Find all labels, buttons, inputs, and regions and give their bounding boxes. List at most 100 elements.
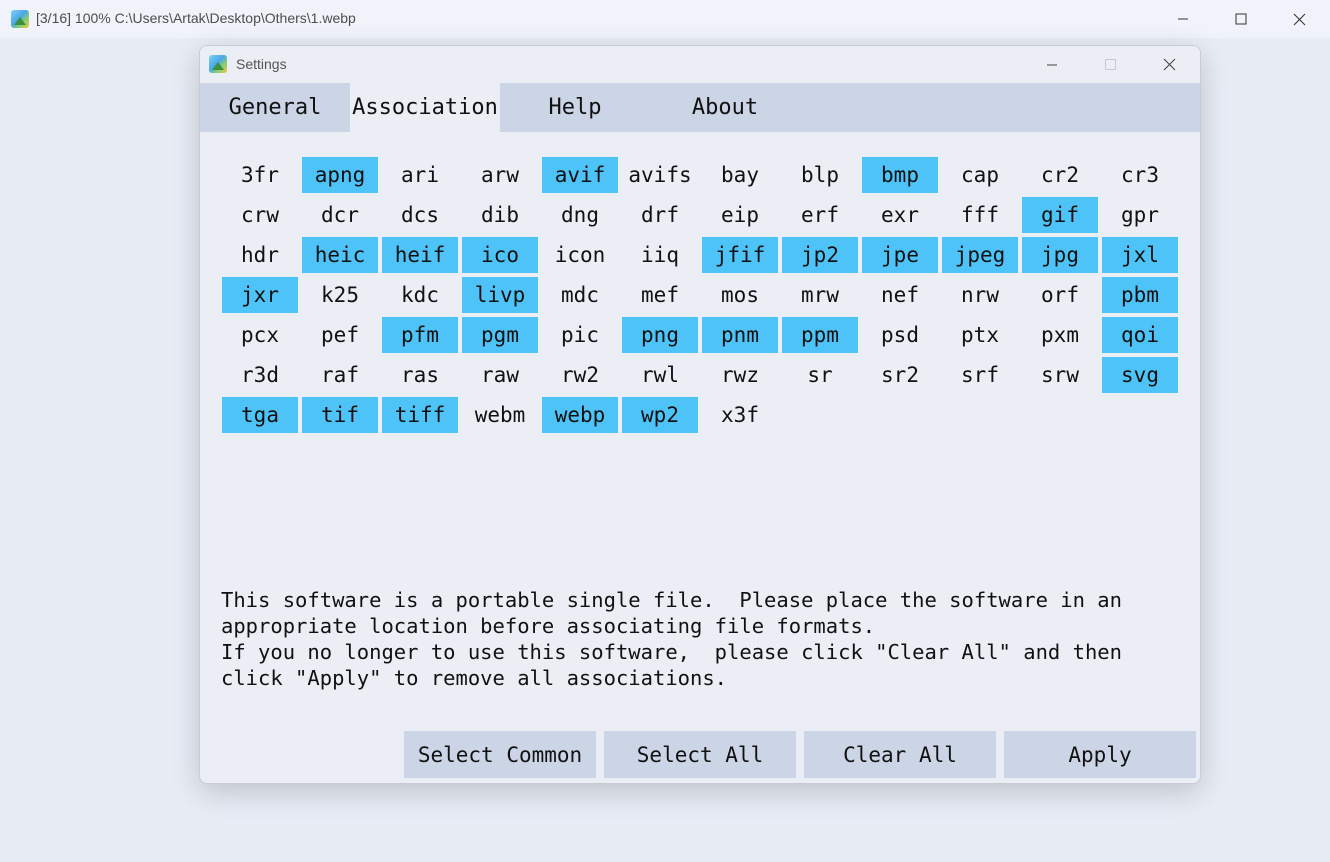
format-toggle-dcr[interactable]: dcr: [302, 197, 378, 233]
format-toggle-apng[interactable]: apng: [302, 157, 378, 193]
format-toggle-srf[interactable]: srf: [942, 357, 1018, 393]
format-toggle-ari[interactable]: ari: [382, 157, 458, 193]
format-toggle-avifs[interactable]: avifs: [622, 157, 698, 193]
format-toggle-png[interactable]: png: [622, 317, 698, 353]
format-toggle-heic[interactable]: heic: [302, 237, 378, 273]
dialog-app-icon: [209, 55, 227, 73]
format-toggle-gpr[interactable]: gpr: [1102, 197, 1178, 233]
format-toggle-cr3[interactable]: cr3: [1102, 157, 1178, 193]
format-toggle-fff[interactable]: fff: [942, 197, 1018, 233]
format-toggle-wp2[interactable]: wp2: [622, 397, 698, 433]
format-toggle-arw[interactable]: arw: [462, 157, 538, 193]
format-toggle-hdr[interactable]: hdr: [222, 237, 298, 273]
format-toggle-svg[interactable]: svg: [1102, 357, 1178, 393]
close-button[interactable]: [1270, 0, 1328, 38]
format-toggle-psd[interactable]: psd: [862, 317, 938, 353]
tab-label: Help: [548, 95, 602, 120]
clear-all-button[interactable]: Clear All: [804, 731, 996, 778]
dialog-minimize-button[interactable]: [1023, 46, 1081, 83]
format-toggle-jpeg[interactable]: jpeg: [942, 237, 1018, 273]
format-toggle-ico[interactable]: ico: [462, 237, 538, 273]
format-toggle-rwl[interactable]: rwl: [622, 357, 698, 393]
select-all-button[interactable]: Select All: [604, 731, 796, 778]
format-toggle-cr2[interactable]: cr2: [1022, 157, 1098, 193]
format-toggle-dng[interactable]: dng: [542, 197, 618, 233]
format-toggle-jpe[interactable]: jpe: [862, 237, 938, 273]
format-toggle-mos[interactable]: mos: [702, 277, 778, 313]
format-toggle-k25[interactable]: k25: [302, 277, 378, 313]
format-toggle-tga[interactable]: tga: [222, 397, 298, 433]
format-toggle-rw2[interactable]: rw2: [542, 357, 618, 393]
format-toggle-orf[interactable]: orf: [1022, 277, 1098, 313]
tab-help[interactable]: Help: [500, 83, 650, 132]
format-toggle-raf[interactable]: raf: [302, 357, 378, 393]
main-window-title: [3/16] 100% C:\Users\Artak\Desktop\Other…: [36, 10, 356, 26]
format-toggle-heif[interactable]: heif: [382, 237, 458, 273]
format-toggle-webp[interactable]: webp: [542, 397, 618, 433]
format-toggle-3fr[interactable]: 3fr: [222, 157, 298, 193]
close-icon: [1163, 58, 1175, 71]
format-toggle-exr[interactable]: exr: [862, 197, 938, 233]
format-toggle-pbm[interactable]: pbm: [1102, 277, 1178, 313]
format-toggle-srw[interactable]: srw: [1022, 357, 1098, 393]
format-toggle-pcx[interactable]: pcx: [222, 317, 298, 353]
format-toggle-drf[interactable]: drf: [622, 197, 698, 233]
tab-label: Association: [352, 95, 498, 120]
format-toggle-jp2[interactable]: jp2: [782, 237, 858, 273]
format-toggle-pnm[interactable]: pnm: [702, 317, 778, 353]
maximize-icon: [1104, 59, 1116, 70]
tab-about[interactable]: About: [650, 83, 800, 132]
select-common-button[interactable]: Select Common: [404, 731, 596, 778]
format-toggle-rwz[interactable]: rwz: [702, 357, 778, 393]
format-toggle-jfif[interactable]: jfif: [702, 237, 778, 273]
format-toggle-pef[interactable]: pef: [302, 317, 378, 353]
format-toggle-jpg[interactable]: jpg: [1022, 237, 1098, 273]
format-toggle-livp[interactable]: livp: [462, 277, 538, 313]
format-toggle-qoi[interactable]: qoi: [1102, 317, 1178, 353]
format-toggle-iiq[interactable]: iiq: [622, 237, 698, 273]
tab-label: About: [691, 95, 759, 120]
minimize-button[interactable]: [1154, 0, 1212, 38]
format-toggle-x3f[interactable]: x3f: [702, 397, 778, 433]
format-toggle-webm[interactable]: webm: [462, 397, 538, 433]
format-toggle-icon[interactable]: icon: [542, 237, 618, 273]
dialog-close-button[interactable]: [1140, 46, 1198, 83]
apply-button[interactable]: Apply: [1004, 731, 1196, 778]
format-toggle-blp[interactable]: blp: [782, 157, 858, 193]
format-toggle-kdc[interactable]: kdc: [382, 277, 458, 313]
format-toggle-mef[interactable]: mef: [622, 277, 698, 313]
format-toggle-nrw[interactable]: nrw: [942, 277, 1018, 313]
format-toggle-bay[interactable]: bay: [702, 157, 778, 193]
format-toggle-pfm[interactable]: pfm: [382, 317, 458, 353]
format-toggle-dcs[interactable]: dcs: [382, 197, 458, 233]
format-toggle-ppm[interactable]: ppm: [782, 317, 858, 353]
format-toggle-mrw[interactable]: mrw: [782, 277, 858, 313]
format-toggle-bmp[interactable]: bmp: [862, 157, 938, 193]
format-toggle-dib[interactable]: dib: [462, 197, 538, 233]
format-toggle-cap[interactable]: cap: [942, 157, 1018, 193]
maximize-button[interactable]: [1212, 0, 1270, 38]
format-toggle-jxr[interactable]: jxr: [222, 277, 298, 313]
format-toggle-pgm[interactable]: pgm: [462, 317, 538, 353]
format-toggle-eip[interactable]: eip: [702, 197, 778, 233]
format-toggle-gif[interactable]: gif: [1022, 197, 1098, 233]
format-toggle-erf[interactable]: erf: [782, 197, 858, 233]
format-toggle-crw[interactable]: crw: [222, 197, 298, 233]
format-toggle-avif[interactable]: avif: [542, 157, 618, 193]
tab-association[interactable]: Association: [350, 83, 500, 132]
format-toggle-ras[interactable]: ras: [382, 357, 458, 393]
format-toggle-r3d[interactable]: r3d: [222, 357, 298, 393]
format-toggle-raw[interactable]: raw: [462, 357, 538, 393]
tab-general[interactable]: General: [200, 83, 350, 132]
format-toggle-pic[interactable]: pic: [542, 317, 618, 353]
format-toggle-sr[interactable]: sr: [782, 357, 858, 393]
format-toggle-mdc[interactable]: mdc: [542, 277, 618, 313]
format-toggle-nef[interactable]: nef: [862, 277, 938, 313]
format-toggle-tif[interactable]: tif: [302, 397, 378, 433]
format-toggle-sr2[interactable]: sr2: [862, 357, 938, 393]
format-toggle-ptx[interactable]: ptx: [942, 317, 1018, 353]
format-toggle-pxm[interactable]: pxm: [1022, 317, 1098, 353]
format-toggle-tiff[interactable]: tiff: [382, 397, 458, 433]
format-toggle-jxl[interactable]: jxl: [1102, 237, 1178, 273]
main-titlebar: [3/16] 100% C:\Users\Artak\Desktop\Other…: [0, 0, 1330, 38]
